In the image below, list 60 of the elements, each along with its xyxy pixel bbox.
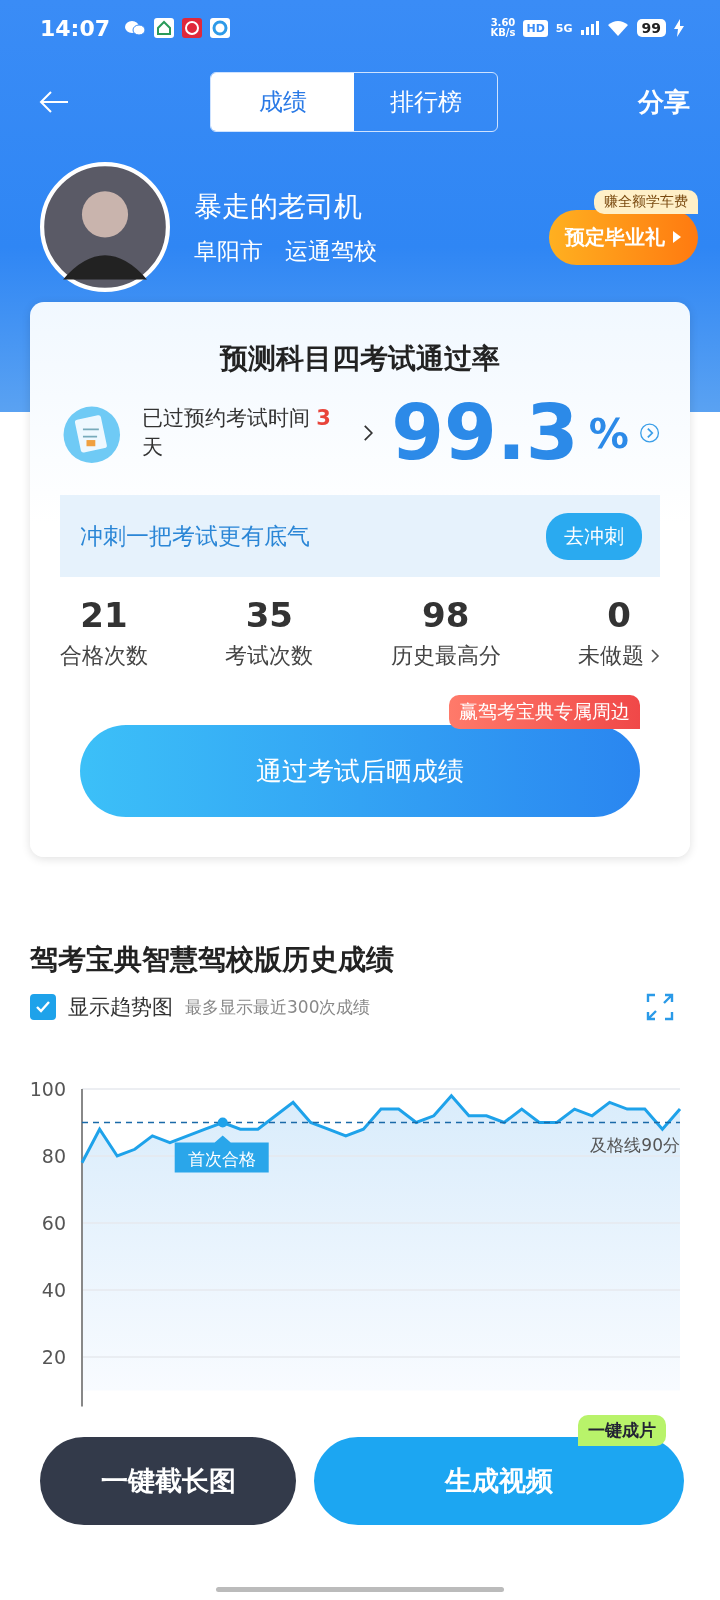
app-icon xyxy=(182,18,203,38)
chevron-icon[interactable] xyxy=(650,648,660,664)
user-name: 暴走的老司机 xyxy=(194,188,363,225)
hd-badge: HD xyxy=(523,19,548,37)
stat-value: 98 xyxy=(422,595,470,635)
stat-label: 考试次数 xyxy=(225,642,314,670)
speed-value: 3.60 xyxy=(490,18,516,28)
axis-label: 100 xyxy=(29,1078,66,1100)
clock: 14:07 xyxy=(40,15,111,41)
battery-indicator: 99 xyxy=(636,19,666,37)
video-badge: 一键成片 xyxy=(578,1415,666,1446)
percent-sign: % xyxy=(588,411,629,457)
stat-label: 历史最高分 xyxy=(390,642,501,670)
days-unit: 天 xyxy=(141,434,163,459)
stat-label: 未做题 xyxy=(578,642,644,670)
merch-badge: 赢驾考宝典专属周边 xyxy=(449,695,640,729)
network-label: 5G xyxy=(555,21,573,35)
stat-value: 21 xyxy=(80,595,128,635)
share-score-button[interactable]: 通过考试后晒成绩 xyxy=(80,725,640,817)
chevron-icon[interactable] xyxy=(362,422,374,443)
signal-icon xyxy=(580,21,599,35)
gift-button[interactable]: 预定毕业礼 xyxy=(549,209,698,265)
checkbox[interactable] xyxy=(30,994,56,1020)
chat-icon xyxy=(124,20,147,36)
hint-text: 最多显示最近300次成绩 xyxy=(185,995,371,1019)
axis-label: 40 xyxy=(41,1279,66,1301)
city-label: 阜阳市 xyxy=(194,236,263,266)
school-label: 运通驾校 xyxy=(285,236,377,266)
stat-label: 合格次数 xyxy=(60,642,148,670)
house-icon xyxy=(154,18,175,38)
wifi-icon xyxy=(606,20,629,36)
triangle-icon xyxy=(672,229,682,244)
pass-line-label: 及格线90分 xyxy=(590,1134,680,1155)
section-title: 驾考宝典智慧驾校版历史成绩 xyxy=(30,942,395,978)
card-title: 预测科目四考试通过率 xyxy=(218,341,501,377)
sprint-button[interactable]: 去冲刺 xyxy=(546,512,642,560)
speed-unit: KB/s xyxy=(490,28,516,38)
back-icon[interactable] xyxy=(38,90,70,114)
data-point xyxy=(217,1117,228,1128)
promo-badge: 赚全额学车费 xyxy=(594,189,698,214)
axis-label: 60 xyxy=(41,1212,66,1234)
axis-label: 80 xyxy=(41,1145,66,1167)
annotation: 首次合格 xyxy=(187,1148,256,1169)
stat-value: 35 xyxy=(245,595,293,635)
days-count: 3 xyxy=(316,406,331,431)
axis-label: 20 xyxy=(41,1346,66,1368)
screenshot-button[interactable]: 一键截长图 xyxy=(40,1437,296,1525)
browser-icon xyxy=(210,18,231,38)
pass-rate: 99.3 xyxy=(391,388,579,477)
tab[interactable]: 排行榜 xyxy=(354,73,497,131)
checkbox-label: 显示趋势图 xyxy=(68,994,173,1021)
share-button[interactable]: 分享 xyxy=(638,84,690,120)
fullscreen-icon[interactable] xyxy=(646,993,674,1021)
sprint-text: 冲刺一把考试更有底气 xyxy=(80,521,310,551)
notice-text: 已过预约考试时间 xyxy=(141,406,310,431)
tab[interactable]: 成绩 xyxy=(211,73,354,131)
first-pass-tag: 首次合格 xyxy=(174,1135,269,1173)
stat-value: 0 xyxy=(607,595,631,635)
charging-icon xyxy=(674,19,684,37)
checkmark-icon xyxy=(35,1000,51,1014)
